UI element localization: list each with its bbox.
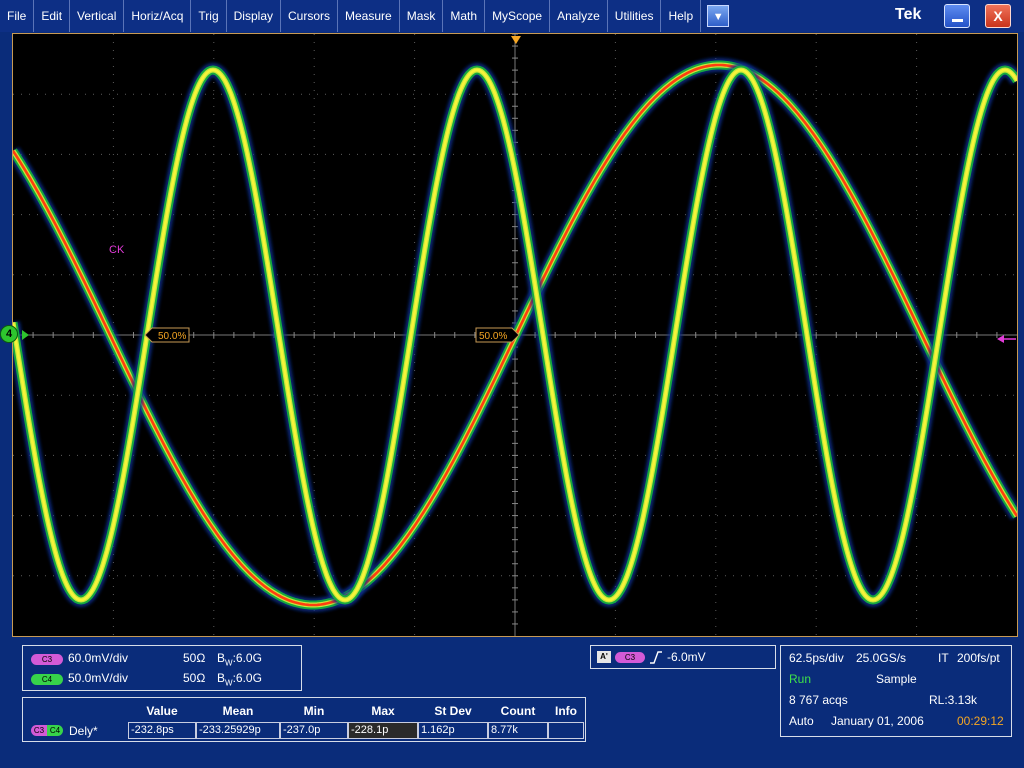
measurement-name[interactable]: Dely* — [69, 724, 98, 738]
header-value: Value — [146, 704, 178, 718]
level-label-left: 50.0% — [158, 331, 186, 342]
menu-dropdown-button[interactable]: ▼ — [707, 5, 730, 27]
minimize-button[interactable] — [944, 4, 970, 28]
date: January 01, 2006 — [831, 714, 924, 728]
measurement-source-badge[interactable]: C3 C4 — [31, 725, 63, 736]
channel-c3-scale[interactable]: 60.0mV/div — [68, 651, 128, 665]
menu-math[interactable]: Math — [443, 0, 486, 32]
channel-c3-bandwidth: BW:6.0G — [217, 651, 262, 667]
channel-c4-bandwidth: BW:6.0G — [217, 671, 262, 687]
measurement-mean: -233.25929p — [196, 722, 280, 739]
minimize-icon — [952, 19, 963, 22]
bw-prefix: B — [217, 671, 226, 685]
measurement-value: -232.8ps — [128, 722, 196, 739]
acq-timebase-mode: IT — [938, 651, 949, 665]
header-mean: Mean — [222, 704, 254, 718]
acq-mode: Sample — [876, 672, 917, 686]
channel-label-ck: CK — [109, 244, 125, 256]
menu-help[interactable]: Help — [661, 0, 702, 32]
bw-value: :6.0G — [232, 671, 262, 685]
trigger-run-mode: Auto — [789, 714, 814, 728]
level-label-right: 50.0% — [479, 331, 507, 342]
close-button[interactable]: X — [985, 4, 1011, 28]
channel-c3-impedance: 50Ω — [183, 651, 206, 665]
horizontal-scale: 62.5ps/div — [789, 651, 844, 665]
channel-panel: C3 60.0mV/div 50Ω BW:6.0G C4 50.0mV/div … — [22, 645, 302, 691]
menu-analyze[interactable]: Analyze — [550, 0, 608, 32]
measurement-count: 8.77k — [488, 722, 548, 739]
measurement-source-left: C3 — [31, 725, 47, 736]
trigger-source-badge: C3 — [615, 652, 645, 663]
measurement-stdev: 1.162p — [418, 722, 488, 739]
menu-myscope[interactable]: MyScope — [485, 0, 551, 32]
acquisition-panel[interactable]: 62.5ps/div 25.0GS/s IT 200fs/pt Run Samp… — [780, 645, 1012, 737]
trigger-level-arrowhead-icon — [997, 335, 1004, 343]
time: 00:29:12 — [957, 714, 1004, 728]
measurement-source-right: C4 — [47, 725, 63, 736]
level-marker-right[interactable]: 50.0% — [475, 327, 520, 343]
record-length: RL:3.13k — [929, 693, 978, 707]
bw-value: :6.0G — [232, 651, 262, 665]
chevron-down-icon: ▼ — [712, 11, 724, 23]
rising-edge-icon — [650, 651, 662, 664]
trigger-source-id: C3 — [624, 653, 636, 662]
measurement-max: -228.1p — [348, 722, 418, 739]
header-info: Info — [555, 704, 577, 718]
header-count: Count — [500, 704, 536, 718]
acq-count: 8 767 acqs — [789, 693, 848, 707]
run-state: Run — [789, 672, 812, 686]
measurement-info — [548, 722, 584, 739]
channel-c3-id: C3 — [41, 655, 53, 664]
ref-marker-label: 4 — [5, 328, 13, 340]
tek-logo: Tek — [895, 6, 922, 23]
header-stdev: St Dev — [434, 704, 472, 718]
channel-c4-id: C4 — [41, 675, 53, 684]
measurement-min: -237.0p — [280, 722, 348, 739]
measurement-panel: Value Mean Min Max St Dev Count Info C3 … — [22, 697, 586, 742]
menu-horiz-acq[interactable]: Horiz/Acq — [124, 0, 192, 32]
header-max: Max — [371, 704, 395, 718]
bw-sub: W — [225, 658, 233, 668]
channel-c3-badge[interactable]: C3 — [31, 654, 63, 665]
sample-rate: 25.0GS/s — [856, 651, 907, 665]
resolution: 200fs/pt — [957, 651, 1000, 665]
level-marker-left[interactable]: 50.0% — [144, 327, 190, 343]
ref-arrow-icon — [22, 330, 29, 340]
menu-cursors[interactable]: Cursors — [281, 0, 339, 32]
bw-prefix: B — [217, 651, 226, 665]
trigger-position-marker — [511, 36, 521, 44]
waveform-display[interactable]: CK 50.0% 50.0% — [12, 33, 1018, 637]
ref-marker-badge[interactable]: 4 — [0, 325, 18, 343]
menu-measure[interactable]: Measure — [338, 0, 400, 32]
trigger-level: -6.0mV — [667, 650, 706, 664]
menu-display[interactable]: Display — [227, 0, 281, 32]
menu-vertical[interactable]: Vertical — [70, 0, 125, 32]
menu-file[interactable]: File — [0, 0, 35, 32]
channel-c4-scale[interactable]: 50.0mV/div — [68, 671, 128, 685]
bw-sub: W — [225, 678, 233, 688]
header-min: Min — [303, 704, 325, 718]
channel-c4-badge[interactable]: C4 — [31, 674, 63, 685]
trigger-panel[interactable]: A' C3 -6.0mV — [590, 645, 776, 669]
trigger-mode-badge: A' — [597, 651, 611, 663]
menu-trig[interactable]: Trig — [191, 0, 227, 32]
menu-mask[interactable]: Mask — [400, 0, 444, 32]
waveform-canvas: CK 50.0% 50.0% — [13, 34, 1017, 636]
menu-bar: File Edit Vertical Horiz/Acq Trig Displa… — [0, 0, 1024, 32]
menu-edit[interactable]: Edit — [34, 0, 71, 32]
channel-c4-impedance: 50Ω — [183, 671, 206, 685]
menu-utilities[interactable]: Utilities — [608, 0, 662, 32]
